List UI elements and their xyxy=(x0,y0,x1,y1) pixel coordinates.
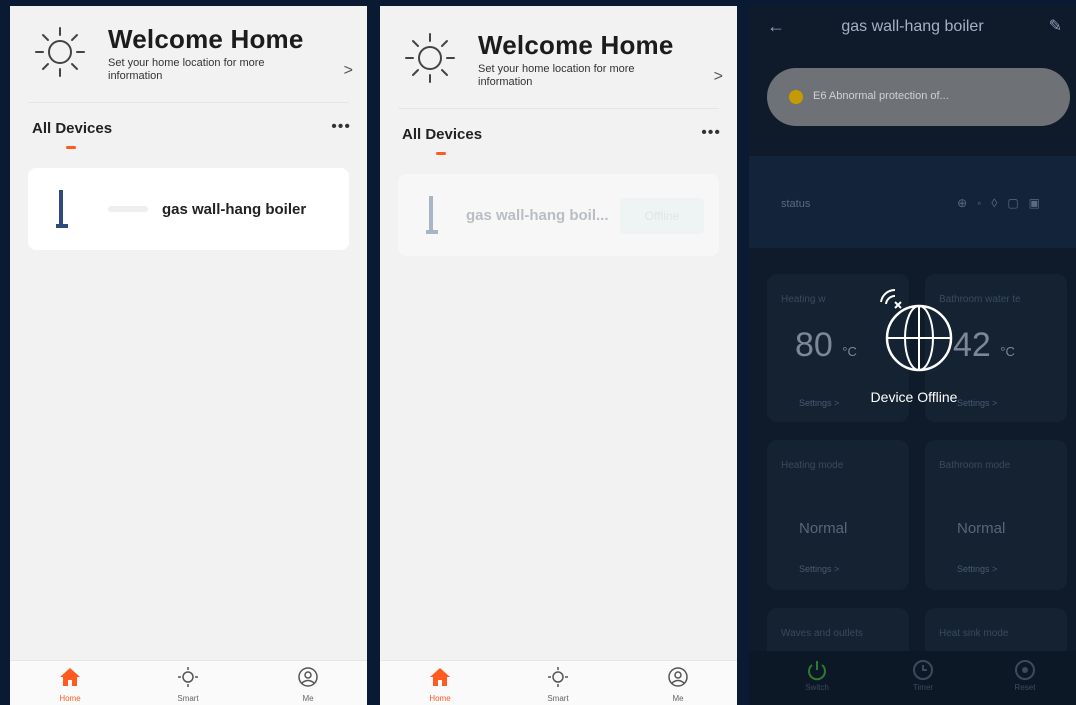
device-title: gas wall-hang boiler xyxy=(841,18,984,35)
edit-icon[interactable]: ✎ xyxy=(1049,16,1062,36)
tab-me-label: Me xyxy=(672,694,684,703)
tab-me-label: Me xyxy=(302,694,314,703)
sun-icon xyxy=(35,27,85,77)
device-name: gas wall-hang boiler xyxy=(162,201,307,218)
warning-icon xyxy=(789,90,803,104)
home-location-hint: Set your home location for more informat… xyxy=(478,63,635,88)
device-card[interactable]: gas wall-hang boiler xyxy=(28,168,349,250)
home-icon xyxy=(430,668,450,686)
home-header[interactable]: Welcome Home Set your home location for … xyxy=(10,6,367,102)
bathroom-mode-value: Normal xyxy=(957,520,1006,537)
tab-bar: Home Smart Me xyxy=(10,660,367,705)
boiler-icon xyxy=(56,190,68,228)
detail-header: ← gas wall-hang boiler ✎ xyxy=(749,6,1076,50)
fault-alert[interactable]: E6 Abnormal protection of... xyxy=(767,68,1070,126)
switch-label: Switch xyxy=(805,683,829,692)
device-card-offline[interactable]: gas wall-hang boil... Offline xyxy=(398,174,719,256)
smart-sun-icon xyxy=(548,667,568,687)
profile-icon xyxy=(668,667,688,687)
tab-home[interactable]: Home xyxy=(40,667,100,703)
tab-all-devices[interactable]: All Devices xyxy=(32,120,112,137)
home-location-hint: Set your home location for more informat… xyxy=(108,57,265,82)
tab-home[interactable]: Home xyxy=(410,667,470,703)
switch-button[interactable]: Switch xyxy=(787,659,847,692)
tab-smart-label: Smart xyxy=(547,694,569,703)
tab-me[interactable]: Me xyxy=(278,667,338,703)
device-detail-screen: ← gas wall-hang boiler ✎ E6 Abnormal pro… xyxy=(749,6,1076,705)
divider xyxy=(398,108,719,109)
settings-link[interactable]: Settings > xyxy=(957,564,997,574)
reset-button[interactable]: Reset xyxy=(995,659,1055,692)
settings-link[interactable]: Settings > xyxy=(799,398,839,408)
tile-label: Bathroom mode xyxy=(939,460,1011,471)
home-screen-offline: Welcome Home Set your home location for … xyxy=(380,6,737,705)
more-options-icon[interactable]: ••• xyxy=(701,124,721,142)
home-icon xyxy=(60,668,80,686)
welcome-title: Welcome Home xyxy=(108,24,304,54)
detail-bottom-bar: Switch Timer Reset xyxy=(749,651,1076,705)
power-icon xyxy=(808,661,826,681)
offline-globe-icon xyxy=(880,288,953,372)
more-options-icon[interactable]: ••• xyxy=(331,118,351,136)
boiler-icon xyxy=(426,196,438,234)
chevron-right-icon[interactable]: > xyxy=(714,68,723,86)
tab-smart[interactable]: Smart xyxy=(158,667,218,703)
fault-alert-text: E6 Abnormal protection of... xyxy=(813,90,949,102)
tile-label: Heat sink mode xyxy=(939,628,1009,639)
heating-mode-value: Normal xyxy=(799,520,848,537)
timer-label: Timer xyxy=(912,683,934,692)
tile-label: Waves and outlets xyxy=(781,628,863,639)
tab-bar: Home Smart Me xyxy=(380,660,737,705)
tile-heating-mode[interactable]: Heating mode Normal Settings > xyxy=(767,440,909,590)
tab-all-devices[interactable]: All Devices xyxy=(402,126,482,143)
offline-badge: Offline xyxy=(620,198,704,234)
smart-sun-icon xyxy=(178,667,198,687)
device-name: gas wall-hang boil... xyxy=(466,207,609,224)
reset-icon xyxy=(1015,660,1035,680)
clock-icon xyxy=(913,660,933,680)
home-header[interactable]: Welcome Home Set your home location for … xyxy=(380,6,737,102)
tab-active-indicator xyxy=(66,146,76,149)
tab-home-label: Home xyxy=(59,694,81,703)
redacted-text xyxy=(108,206,148,212)
tab-active-indicator xyxy=(436,152,446,155)
device-offline-overlay: Device Offline xyxy=(839,288,989,405)
sun-icon xyxy=(405,33,455,83)
tab-smart-label: Smart xyxy=(177,694,199,703)
home-screen-online: Welcome Home Set your home location for … xyxy=(10,6,367,705)
status-label: status xyxy=(781,198,811,210)
status-band: status ⊕◦◊▢▣ xyxy=(749,156,1076,248)
profile-icon xyxy=(298,667,318,687)
status-icons: ⊕◦◊▢▣ xyxy=(957,196,1050,210)
device-offline-label: Device Offline xyxy=(870,389,958,405)
tab-smart[interactable]: Smart xyxy=(528,667,588,703)
chevron-right-icon[interactable]: > xyxy=(344,62,353,80)
settings-link[interactable]: Settings > xyxy=(799,564,839,574)
welcome-title: Welcome Home xyxy=(478,30,674,60)
tile-bathroom-mode[interactable]: Bathroom mode Normal Settings > xyxy=(925,440,1067,590)
divider xyxy=(28,102,349,103)
tile-label: Heating mode xyxy=(781,460,844,471)
tab-home-label: Home xyxy=(429,694,451,703)
reset-label: Reset xyxy=(1014,683,1036,692)
tile-label: Heating w xyxy=(781,294,826,305)
timer-button[interactable]: Timer xyxy=(893,659,953,692)
tab-me[interactable]: Me xyxy=(648,667,708,703)
